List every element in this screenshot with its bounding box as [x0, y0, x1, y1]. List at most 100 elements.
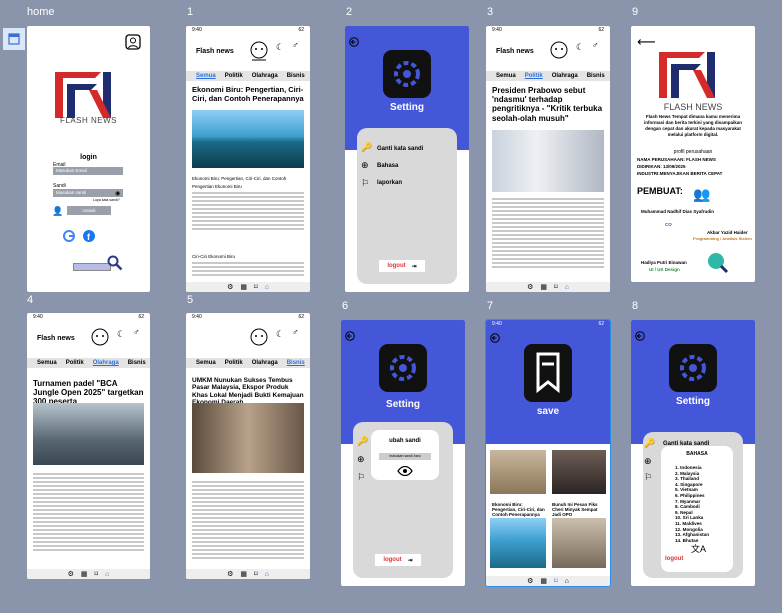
saved-thumb-3[interactable] [490, 518, 546, 568]
home-icon[interactable]: ⌂ [565, 284, 569, 291]
gender-icon[interactable]: ♂ [292, 327, 299, 337]
home-icon[interactable]: ⌂ [565, 578, 569, 585]
saved-thumb-2[interactable] [552, 450, 606, 494]
article-frame-5: 9:40 62 ☾ ♂ Semua Politik Olahraga Bisnis UM… [186, 313, 310, 579]
tab-politik[interactable]: Politik [225, 73, 243, 79]
password-field[interactable]: Masukan sandi [53, 189, 123, 197]
facebook-icon[interactable]: f [83, 229, 95, 247]
home-icon[interactable]: ⌂ [265, 284, 269, 291]
login-button[interactable]: masuk [67, 206, 111, 215]
tab-bisnis[interactable]: Bisnis [287, 73, 305, 79]
tab-olahraga[interactable]: Olahraga [252, 360, 278, 366]
app-brand: Flash news [496, 48, 534, 55]
settings-app-icon [379, 344, 427, 392]
language-list: 1. Indonesia 2. Malaysia 3. Thailand 4. … [675, 465, 709, 543]
tab-olahraga[interactable]: Olahraga [252, 73, 278, 79]
calendar-icon[interactable]: ▦ [240, 570, 247, 578]
logout-button[interactable]: logout ⇥ [375, 554, 421, 566]
calendar-icon[interactable]: ▦ [81, 570, 88, 578]
settings-icon[interactable]: ⚙ [527, 283, 533, 291]
bottom-nav: ⚙ ▦ ⌑ ⌂ [186, 282, 310, 292]
dialog-title: ubah sandi [389, 438, 421, 444]
member-1-role: CO [665, 222, 672, 227]
bookmark-icon[interactable]: ⌑ [554, 577, 558, 585]
calendar-icon[interactable]: ▦ [540, 283, 547, 291]
mascot-icon [248, 325, 270, 360]
calendar-icon[interactable]: ▦ [540, 577, 547, 585]
email-field[interactable]: Masukan Email [53, 167, 123, 175]
settings-title: Setting [676, 396, 710, 407]
profile-icon[interactable] [125, 34, 141, 55]
gender-icon[interactable]: ♂ [292, 40, 299, 50]
logout-button[interactable]: logout ⇥ [379, 260, 425, 272]
saved-title-2[interactable]: Bunuh Ini Pesan Fiks Cheri Minyak Sempat… [552, 502, 606, 518]
member-1-name: Muhammad Nadhif Dias Syafrudin [641, 209, 715, 214]
home-icon[interactable]: ⌂ [265, 571, 269, 578]
mascot-icon [248, 38, 270, 73]
forgot-link[interactable]: Lupa kata sandi? [93, 198, 120, 202]
moon-icon[interactable]: ☾ [576, 42, 584, 53]
mascot-icon [548, 38, 570, 73]
calendar-icon[interactable]: ▦ [240, 283, 247, 291]
tab-semua[interactable]: Semua [196, 73, 216, 79]
language-option[interactable]: 13. Afghanistan [675, 532, 709, 538]
article-image [192, 403, 304, 473]
tab-semua[interactable]: Semua [196, 360, 216, 366]
frame-label-9: 9 [632, 6, 639, 18]
bookmark-icon[interactable]: ⌑ [254, 570, 258, 578]
add-user-icon[interactable]: 👤 [52, 206, 63, 217]
member-2-role: Programming / Analisis Sistem [693, 236, 752, 241]
gender-icon[interactable]: ♂ [133, 327, 140, 337]
saved-title-1[interactable]: Ekonomi Biru: Pengertian, Ciri-Ciri, dan… [492, 502, 546, 518]
menu-language[interactable]: Bahasa [377, 163, 398, 169]
settings-icon[interactable]: ⚙ [227, 570, 233, 578]
saved-thumb-4[interactable] [552, 518, 606, 568]
tab-olahraga[interactable]: Olahraga [552, 73, 578, 79]
language-option[interactable]: 6. Philippines [675, 493, 709, 499]
back-icon[interactable] [349, 34, 359, 52]
settings-icon[interactable]: ⚙ [68, 570, 74, 578]
moon-icon[interactable]: ☾ [276, 329, 284, 340]
moon-icon[interactable]: ☾ [117, 329, 125, 340]
article-image [492, 130, 604, 192]
bookmark-icon[interactable]: ⌑ [554, 283, 558, 291]
tab-semua[interactable]: Semua [37, 360, 57, 366]
search-icon[interactable] [107, 255, 123, 276]
eye-icon[interactable]: ◉ [115, 190, 120, 197]
eye-icon[interactable] [397, 463, 413, 481]
language-title: BAHASA [686, 451, 708, 457]
tab-bisnis[interactable]: Bisnis [587, 73, 605, 79]
tab-bisnis[interactable]: Bisnis [287, 360, 305, 366]
settings-icon[interactable]: ⚙ [527, 577, 533, 585]
bookmark-icon[interactable]: ⌑ [95, 570, 99, 578]
tab-politik[interactable]: Politik [525, 73, 543, 79]
tab-politik[interactable]: Politik [225, 360, 243, 366]
globe-icon: ⊕ [361, 160, 369, 170]
logout-button[interactable]: logout [665, 554, 705, 564]
back-icon[interactable] [635, 328, 645, 346]
gender-icon[interactable]: ♂ [592, 40, 599, 50]
article-frame-3: 9:40 62 Flash news ☾ ♂ Semua Politik Olahra… [486, 26, 610, 292]
menu-change-password[interactable]: Ganti kata sandi [377, 146, 423, 152]
settings-icon[interactable]: ⚙ [227, 283, 233, 291]
google-icon[interactable] [63, 229, 75, 247]
key-icon: 🔑 [361, 142, 373, 152]
tab-politik[interactable]: Politik [66, 360, 84, 366]
back-arrow-icon[interactable]: ⟵ [637, 34, 656, 50]
search-bar[interactable] [73, 263, 111, 271]
moon-icon[interactable]: ☾ [276, 42, 284, 53]
new-password-input[interactable]: masukan sandi baru [379, 453, 431, 460]
saved-thumb-1[interactable] [490, 450, 546, 494]
globe-icon: ⊕ [357, 454, 365, 464]
made-by-heading: PEMBUAT: [637, 186, 683, 196]
tab-olahraga[interactable]: Olahraga [93, 360, 119, 366]
back-icon[interactable] [345, 328, 355, 346]
back-icon[interactable] [490, 330, 500, 348]
login-frame: FLASH NEWS login Email Masukan Email San… [27, 26, 150, 292]
tab-bisnis[interactable]: Bisnis [128, 360, 146, 366]
bookmark-icon[interactable]: ⌑ [254, 283, 258, 291]
menu-report[interactable]: laporkan [377, 180, 402, 186]
frame-icon[interactable] [3, 28, 25, 50]
tab-semua[interactable]: Semua [496, 73, 516, 79]
home-icon[interactable]: ⌂ [105, 571, 109, 578]
